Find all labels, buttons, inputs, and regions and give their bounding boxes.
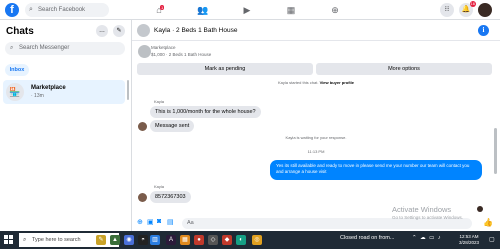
incoming-message[interactable]: This is 1,000/month for the whole house?: [150, 106, 261, 118]
app-icon-4[interactable]: ▥: [150, 235, 160, 245]
app-icon-1[interactable]: ▲: [110, 235, 120, 245]
top-navigation-bar: f ⌕ Search Facebook ⌂ 1 👥 ▶ ▦ ⊕ ⁝⁝ 🔔 16: [0, 0, 500, 20]
chat-scrollbar[interactable]: [494, 128, 497, 174]
facebook-search-placeholder: Search Facebook: [38, 7, 86, 13]
conversation-item-marketplace[interactable]: 🏪 Marketplace · 13m: [3, 80, 125, 104]
home-icon[interactable]: ⌂ 1: [153, 4, 165, 16]
watermark-title: Activate Windows: [392, 205, 452, 214]
conversation-time: · 13m: [31, 93, 44, 99]
facebook-search-input[interactable]: ⌕ Search Facebook: [25, 3, 109, 17]
chrome-icon[interactable]: ◎: [252, 235, 262, 245]
facebook-logo[interactable]: f: [5, 3, 19, 17]
notifications-badge: 16: [469, 1, 476, 7]
like-icon[interactable]: 👍: [483, 218, 493, 227]
marketplace-store-icon: 🏪: [6, 83, 24, 101]
mark-as-pending-button[interactable]: Mark as pending: [137, 63, 313, 75]
activate-windows-watermark: Activate Windows Go to Settings to activ…: [392, 205, 463, 220]
image-icon[interactable]: ▣: [147, 218, 154, 226]
outgoing-message[interactable]: Yes its still available and ready to mov…: [270, 160, 482, 180]
sender-name: Kayla: [154, 99, 165, 104]
seen-avatar: [477, 206, 483, 212]
listing-price[interactable]: $1,000 · 2 Beds 1 Bath House: [151, 52, 211, 57]
incoming-message[interactable]: 8572367303: [150, 191, 191, 203]
weather-news-widget[interactable]: Closed road on from...: [340, 235, 394, 241]
plus-icon[interactable]: ⊕: [137, 218, 143, 226]
notifications-icon[interactable]: 🔔 16: [459, 1, 476, 17]
app-icon-3[interactable]: ◓: [138, 235, 148, 245]
more-options-icon[interactable]: …: [96, 25, 108, 37]
search-icon: ⌕: [10, 45, 14, 51]
sidebar-scrollbar[interactable]: [127, 80, 129, 100]
sender-name: Kayla: [154, 184, 165, 189]
incoming-message[interactable]: Message sent: [150, 120, 195, 132]
marketplace-icon[interactable]: ▦: [285, 4, 297, 16]
chats-title: Chats: [6, 26, 34, 37]
app-icon-2[interactable]: ◉: [124, 235, 134, 245]
watermark-subtitle: Go to Settings to activate Windows.: [392, 215, 464, 220]
view-buyer-profile-link[interactable]: View buyer profile: [320, 80, 354, 85]
system-tray-icons[interactable]: ⌃ ☁ ▭ ♪: [412, 235, 442, 241]
chat-header: Kayla · 2 Beds 1 Bath House i: [132, 20, 500, 41]
info-icon[interactable]: i: [478, 25, 489, 36]
gif-icon[interactable]: ▤: [167, 218, 174, 226]
adobe-icon[interactable]: A: [166, 235, 176, 245]
chat-started-notice: Kayla started this chat. View buyer prof…: [132, 80, 500, 85]
taskview-icon[interactable]: ✎: [96, 235, 106, 245]
messenger-search-placeholder: Search Messenger: [19, 45, 70, 51]
chat-avatar[interactable]: [137, 24, 150, 37]
gaming-icon[interactable]: ⊕: [329, 4, 341, 16]
taskbar-search-placeholder: Type here to search: [32, 237, 81, 243]
menu-grid-icon[interactable]: ⁝⁝: [440, 3, 454, 17]
clock[interactable]: 12:53 AM 3/28/2023: [459, 234, 479, 246]
listing-thumbnail[interactable]: [138, 45, 151, 58]
chat-started-text: Kayla started this chat.: [278, 80, 319, 85]
waiting-notice: Kayla is waiting for your response.: [285, 135, 347, 140]
app-icon-6[interactable]: ●: [194, 235, 204, 245]
windows-taskbar: ⌕ Type here to search ✎ ▲ ◉ ◓ ▥ A ▦ ● ◇ …: [0, 231, 500, 249]
new-message-icon[interactable]: ✎: [113, 25, 125, 37]
inbox-tab[interactable]: Inbox: [5, 64, 29, 76]
messenger-search-input[interactable]: ⌕ Search Messenger: [5, 42, 125, 55]
sender-avatar[interactable]: [138, 193, 147, 202]
app-icon-5[interactable]: ▦: [180, 235, 190, 245]
more-options-button[interactable]: More options: [316, 63, 492, 75]
chat-pane: Kayla · 2 Beds 1 Bath House i Marketplac…: [132, 20, 500, 231]
sender-avatar[interactable]: [138, 122, 147, 131]
app-icon-7[interactable]: ◇: [208, 235, 218, 245]
notification-center-icon[interactable]: ▢: [489, 236, 495, 243]
marketplace-label: Marketplace: [151, 45, 176, 50]
message-timestamp: 11:13 PM: [307, 149, 325, 154]
sticker-icon[interactable]: ◙: [157, 218, 161, 225]
windows-start-icon[interactable]: [4, 235, 13, 244]
chats-sidebar: Chats … ✎ ⌕ Search Messenger Inbox 🏪 Mar…: [0, 20, 132, 231]
home-badge: 1: [160, 5, 165, 10]
watch-icon[interactable]: ▶: [241, 4, 253, 16]
conversation-title: Marketplace: [31, 85, 66, 91]
app-icon-9[interactable]: ◐: [236, 235, 246, 245]
search-icon: ⌕: [23, 237, 27, 243]
profile-avatar[interactable]: [478, 3, 492, 17]
chat-title[interactable]: Kayla · 2 Beds 1 Bath House: [154, 27, 237, 34]
clock-date: 3/28/2023: [459, 240, 480, 245]
friends-icon[interactable]: 👥: [197, 4, 209, 16]
search-icon: ⌕: [29, 6, 33, 13]
app-icon-8[interactable]: ◆: [222, 235, 232, 245]
